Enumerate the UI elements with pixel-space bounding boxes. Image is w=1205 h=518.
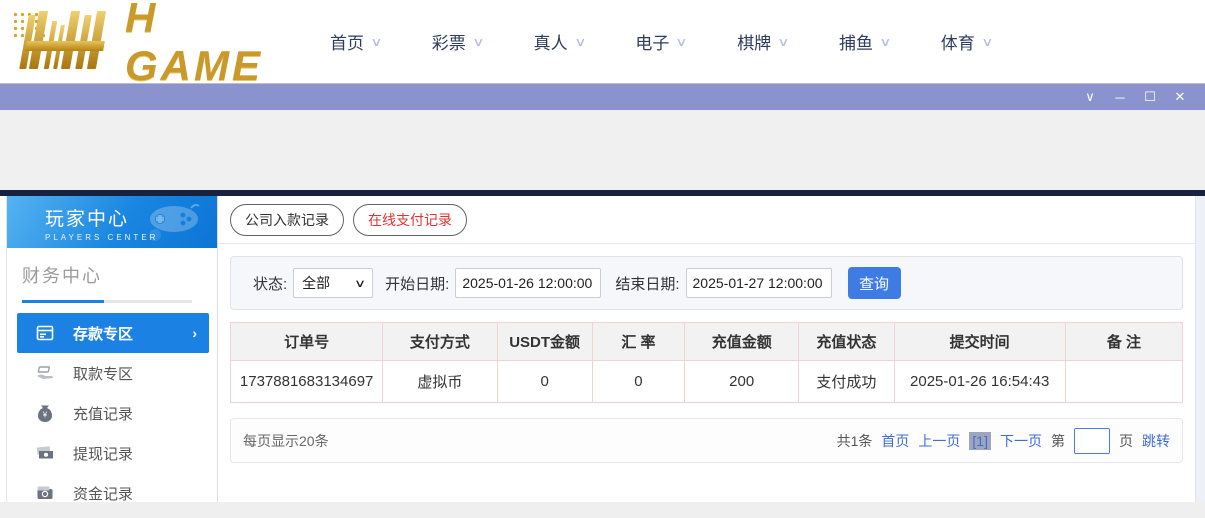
banknotes-icon: [35, 443, 55, 463]
col-remark: 备 注: [1065, 323, 1182, 361]
players-center-header: 玩家中心 PLAYERS CENTER: [7, 196, 217, 248]
logo-text: H GAME: [125, 0, 300, 90]
total-count: 共1条: [837, 431, 873, 451]
end-date-input[interactable]: [686, 268, 832, 298]
top-nav-bar: H GAME 首页 ∨ 彩票 ∨ 真人 ∨ 电子 ∨ 棋牌 ∨ 捕鱼 ∨ 体育 …: [0, 0, 1205, 84]
site-logo[interactable]: H GAME: [0, 0, 300, 84]
end-date-label: 结束日期:: [615, 273, 679, 294]
start-date-label: 开始日期:: [385, 273, 449, 294]
sidebar-item-deposit-zone[interactable]: 存款专区 ›: [17, 313, 209, 353]
window-maximize-icon[interactable]: ☐: [1135, 89, 1165, 105]
col-usdt-amount: USDT金额: [497, 323, 592, 361]
cell-remark: [1065, 361, 1182, 403]
per-page-text: 每页显示20条: [243, 431, 329, 451]
chevron-down-icon: ∨: [879, 35, 891, 49]
wallet-money-icon: [35, 483, 55, 503]
table-row: 1737881683134697 虚拟币 0 0 200 支付成功 2025-0…: [231, 361, 1183, 403]
finance-center-heading: 财务中心: [22, 262, 217, 288]
sidebar-item-label: 资金记录: [73, 483, 133, 504]
logo-hh-icon: [10, 11, 121, 73]
cell-recharge-amount: 200: [685, 361, 799, 403]
nav-item-lottery[interactable]: 彩票 ∨: [432, 29, 483, 54]
nav-item-sports[interactable]: 体育 ∨: [941, 29, 992, 54]
tab-company-deposit-records[interactable]: 公司入款记录: [230, 204, 344, 236]
records-table: 订单号 支付方式 USDT金额 汇 率 充值金额 充值状态 提交时间 备 注 1…: [230, 322, 1183, 403]
jump-button[interactable]: 跳转: [1142, 431, 1170, 451]
hand-cash-icon: [35, 363, 55, 383]
content-area: 玩家中心 PLAYERS CENTER 财务中心: [0, 196, 1205, 502]
chevron-down-icon: ∨: [472, 35, 484, 49]
tab-online-payment-records[interactable]: 在线支付记录: [353, 204, 467, 236]
money-bag-icon: ¥: [35, 403, 55, 423]
sidebar-item-recharge-records[interactable]: ¥ 充值记录: [7, 393, 217, 433]
table-header-row: 订单号 支付方式 USDT金额 汇 率 充值金额 充值状态 提交时间 备 注: [231, 323, 1183, 361]
current-page-indicator: [1]: [969, 432, 991, 450]
record-tabs: 公司入款记录 在线支付记录: [218, 196, 1195, 244]
nav-item-live[interactable]: 真人 ∨: [534, 29, 585, 54]
sidebar-item-label: 提现记录: [73, 443, 133, 464]
cell-payment-method: 虚拟币: [383, 361, 497, 403]
svg-text:¥: ¥: [42, 411, 48, 420]
col-order-id: 订单号: [231, 323, 383, 361]
status-select[interactable]: 全部 ∨: [293, 268, 373, 298]
col-recharge-amount: 充值金额: [685, 323, 799, 361]
filter-panel: 状态: 全部 ∨ 开始日期: 结束日期: 查询: [230, 256, 1183, 310]
first-page-link[interactable]: 首页: [881, 431, 909, 451]
gamepad-icon: [145, 202, 203, 242]
sidebar-item-funds-records[interactable]: 资金记录: [7, 473, 217, 513]
pagination-bar: 每页显示20条 共1条 首页 上一页 [1] 下一页 第 页 跳转: [230, 418, 1183, 463]
main-panel: 公司入款记录 在线支付记录 状态: 全部 ∨ 开始日期: 结束日期: 查询 订: [218, 196, 1196, 502]
main-nav: 首页 ∨ 彩票 ∨ 真人 ∨ 电子 ∨ 棋牌 ∨ 捕鱼 ∨ 体育 ∨: [300, 29, 992, 54]
sidebar-item-withdraw-zone[interactable]: 取款专区: [7, 353, 217, 393]
prev-page-link[interactable]: 上一页: [918, 431, 960, 451]
start-date-input[interactable]: [455, 268, 601, 298]
status-label: 状态:: [253, 273, 287, 294]
sidebar-item-withdrawal-records[interactable]: 提现记录: [7, 433, 217, 473]
nav-item-fishing[interactable]: 捕鱼 ∨: [839, 29, 890, 54]
cell-order-id: 1737881683134697: [231, 361, 383, 403]
window-menu-chevron-icon[interactable]: ∨: [1075, 89, 1105, 105]
page-jump-input[interactable]: [1074, 428, 1110, 454]
window-minimize-icon[interactable]: ─: [1105, 90, 1135, 105]
pager-controls: 共1条 首页 上一页 [1] 下一页 第 页 跳转: [837, 428, 1170, 454]
finance-heading-rule: [22, 300, 192, 303]
status-selected-value: 全部: [302, 273, 330, 293]
chevron-down-icon: ∨: [370, 35, 382, 49]
chevron-down-icon: ∨: [981, 35, 993, 49]
cell-usdt-amount: 0: [497, 361, 592, 403]
chevron-down-icon: ∨: [574, 35, 586, 49]
sidebar-item-label: 充值记录: [73, 403, 133, 424]
query-button[interactable]: 查询: [848, 267, 901, 299]
col-exchange-rate: 汇 率: [592, 323, 684, 361]
select-chevron-icon: ∨: [354, 277, 366, 290]
right-margin-strip: [1196, 196, 1205, 502]
jump-prefix-label: 第: [1051, 431, 1065, 451]
sidebar-item-label: 存款专区: [73, 323, 133, 344]
col-payment-method: 支付方式: [383, 323, 497, 361]
col-recharge-status: 充值状态: [799, 323, 894, 361]
deposit-card-icon: [35, 323, 55, 343]
nav-item-slots[interactable]: 电子 ∨: [635, 29, 686, 54]
page-spacer: [0, 110, 1205, 190]
cell-exchange-rate: 0: [592, 361, 684, 403]
nav-item-chess[interactable]: 棋牌 ∨: [737, 29, 788, 54]
sidebar-menu: 存款专区 › 取款专区 ¥ 充值记录 提现记录: [7, 313, 217, 513]
jump-suffix-label: 页: [1119, 431, 1133, 451]
nav-item-home[interactable]: 首页 ∨: [330, 29, 381, 54]
next-page-link[interactable]: 下一页: [1000, 431, 1042, 451]
chevron-right-icon: ›: [192, 325, 197, 341]
cell-recharge-status: 支付成功: [799, 361, 894, 403]
sidebar-item-label: 取款专区: [73, 363, 133, 384]
cell-submit-time: 2025-01-26 16:54:43: [894, 361, 1065, 403]
chevron-down-icon: ∨: [777, 35, 789, 49]
col-submit-time: 提交时间: [894, 323, 1065, 361]
window-close-icon[interactable]: ✕: [1165, 89, 1195, 105]
sidebar: 玩家中心 PLAYERS CENTER 财务中心: [6, 196, 218, 502]
chevron-down-icon: ∨: [676, 35, 688, 49]
